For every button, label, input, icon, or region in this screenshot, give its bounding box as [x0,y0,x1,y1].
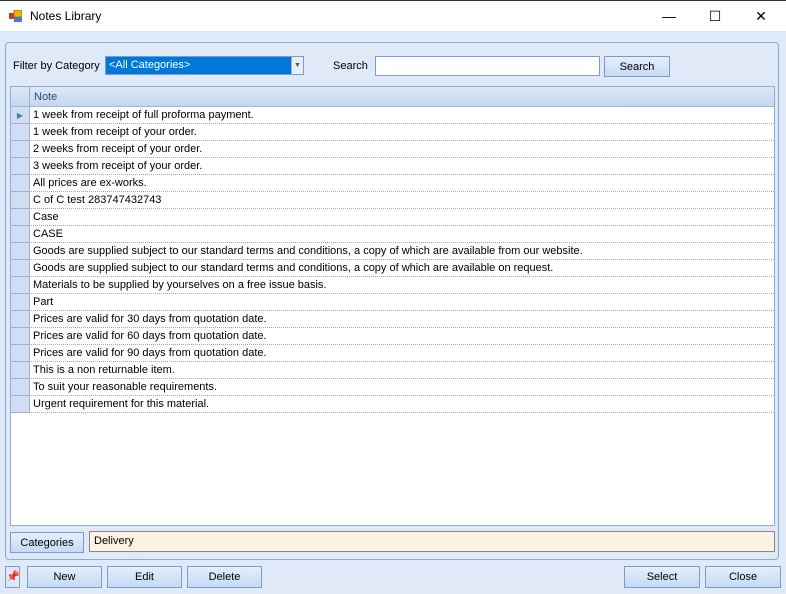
note-cell[interactable]: 2 weeks from receipt of your order. [33,143,202,155]
category-selected: <All Categories> [109,59,191,71]
row-header[interactable] [11,260,30,277]
row-header[interactable] [11,158,30,175]
select-button[interactable]: Select [624,566,700,588]
column-header-note[interactable]: Note [34,91,57,103]
note-cell[interactable]: Prices are valid for 90 days from quotat… [33,347,267,359]
category-field[interactable]: Delivery [89,531,775,552]
table-row[interactable]: Case [11,209,774,226]
table-row[interactable]: Goods are supplied subject to our standa… [11,260,774,277]
search-label: Search [333,60,368,72]
note-cell[interactable]: Prices are valid for 30 days from quotat… [33,313,267,325]
current-row-indicator-icon[interactable]: ▶ [11,107,30,124]
pin-icon[interactable]: 📌 [5,566,20,588]
table-row[interactable]: Part [11,294,774,311]
edit-button[interactable]: Edit [107,566,182,588]
chevron-down-icon[interactable]: ▼ [291,57,303,74]
delete-button[interactable]: Delete [187,566,262,588]
table-row[interactable]: To suit your reasonable requirements. [11,379,774,396]
note-cell[interactable]: Materials to be supplied by yourselves o… [33,279,327,291]
category-combo[interactable]: <All Categories> ▼ [105,56,304,75]
note-cell[interactable]: This is a non returnable item. [33,364,175,376]
row-header[interactable] [11,396,30,413]
note-cell[interactable]: 1 week from receipt of full proforma pay… [33,109,254,121]
table-row[interactable]: CASE [11,226,774,243]
filter-label: Filter by Category [13,60,100,72]
window-title: Notes Library [30,9,102,23]
row-header[interactable] [11,277,30,294]
table-row[interactable]: Materials to be supplied by yourselves o… [11,277,774,294]
minimize-button[interactable]: — [646,1,692,32]
row-header[interactable] [11,175,30,192]
row-header[interactable] [11,226,30,243]
notes-grid: Note ▶ 1 week from receipt of full profor… [10,86,775,526]
note-cell[interactable]: C of C test 283747432743 [33,194,161,206]
note-cell[interactable]: To suit your reasonable requirements. [33,381,217,393]
row-header[interactable] [11,192,30,209]
new-button[interactable]: New [27,566,102,588]
table-row[interactable]: Prices are valid for 30 days from quotat… [11,311,774,328]
note-cell[interactable]: Goods are supplied subject to our standa… [33,262,553,274]
app-icon [9,9,23,22]
row-header[interactable] [11,379,30,396]
search-input[interactable] [375,56,600,76]
table-row[interactable]: All prices are ex-works. [11,175,774,192]
table-row[interactable]: Urgent requirement for this material. [11,396,774,413]
note-cell[interactable]: Goods are supplied subject to our standa… [33,245,583,257]
row-header[interactable] [11,141,30,158]
row-header[interactable] [11,362,30,379]
table-row[interactable]: C of C test 283747432743 [11,192,774,209]
note-cell[interactable]: Urgent requirement for this material. [33,398,209,410]
row-header[interactable] [11,328,30,345]
close-window-button[interactable]: ✕ [738,1,784,32]
row-header[interactable] [11,294,30,311]
table-row[interactable]: 1 week from receipt of your order. [11,124,774,141]
note-cell[interactable]: Prices are valid for 60 days from quotat… [33,330,267,342]
table-row[interactable]: 2 weeks from receipt of your order. [11,141,774,158]
note-cell[interactable]: CASE [33,228,63,240]
table-row[interactable]: Prices are valid for 60 days from quotat… [11,328,774,345]
search-button[interactable]: Search [604,56,670,77]
note-cell[interactable]: Case [33,211,59,223]
maximize-button[interactable]: ☐ [692,1,738,32]
note-cell[interactable]: 1 week from receipt of your order. [33,126,197,138]
row-header[interactable] [11,345,30,362]
grid-header: Note [11,87,774,107]
title-bar: Notes Library — ☐ ✕ [0,0,786,31]
close-button[interactable]: Close [705,566,781,588]
categories-button[interactable]: Categories [10,532,84,553]
note-cell[interactable]: Part [33,296,53,308]
table-row[interactable]: ▶ 1 week from receipt of full proforma pa… [11,107,774,124]
row-header[interactable] [11,209,30,226]
grid-corner[interactable] [11,87,30,107]
row-header[interactable] [11,243,30,260]
note-cell[interactable]: 3 weeks from receipt of your order. [33,160,202,172]
row-header[interactable] [11,124,30,141]
table-row[interactable]: Prices are valid for 90 days from quotat… [11,345,774,362]
table-row[interactable]: This is a non returnable item. [11,362,774,379]
table-row[interactable]: 3 weeks from receipt of your order. [11,158,774,175]
note-cell[interactable]: All prices are ex-works. [33,177,147,189]
row-header[interactable] [11,311,30,328]
table-row[interactable]: Goods are supplied subject to our standa… [11,243,774,260]
